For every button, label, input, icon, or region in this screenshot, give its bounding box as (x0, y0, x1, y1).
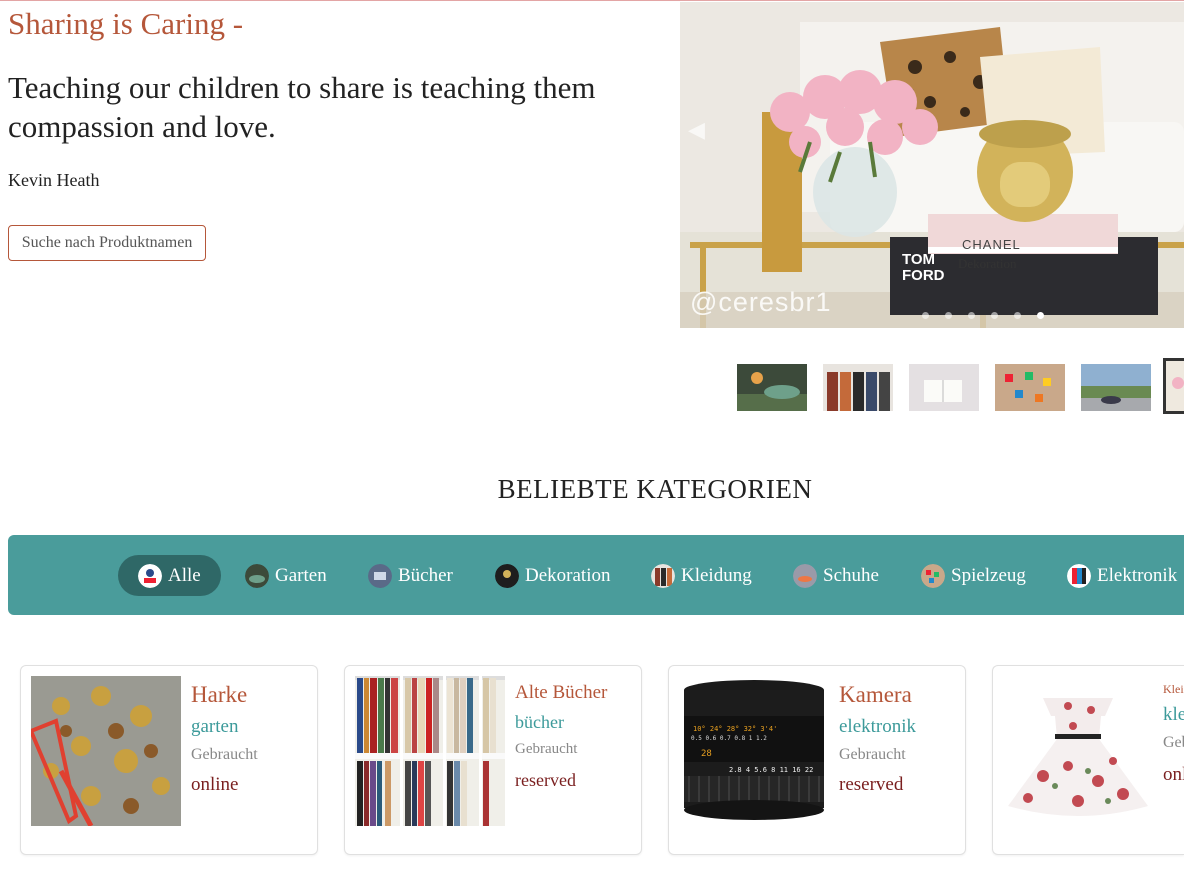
kleidung-icon (651, 563, 675, 588)
category-label: Bücher (398, 564, 453, 586)
carousel-prev-icon[interactable]: ◀ (688, 118, 705, 143)
product-category: kleidung (1163, 704, 1184, 725)
categories-heading: BELIEBTE KATEGORIEN (497, 474, 813, 504)
product-name[interactable]: Harke (191, 682, 247, 708)
category-schuhe[interactable]: Schuhe (793, 555, 879, 596)
search-product-button[interactable]: Suche nach Produktnamen (8, 225, 206, 261)
svg-text:TOM: TOM (902, 251, 935, 268)
svg-text:CHANEL: CHANEL (962, 237, 1021, 252)
thumbnail-kleidung[interactable] (823, 364, 893, 411)
product-card[interactable]: Kleid kleidung Gebraucht online (992, 665, 1184, 855)
product-condition: Gebraucht (191, 746, 258, 763)
category-kleidung[interactable]: Kleidung (651, 555, 752, 596)
product-status: reserved (839, 774, 904, 795)
category-elektronik[interactable]: Elektronik (1067, 555, 1177, 596)
product-image (1003, 676, 1153, 826)
product-category: garten (191, 716, 239, 737)
svg-text:10° 24° 28° 32° 3'4': 10° 24° 28° 32° 3'4' (693, 725, 777, 733)
product-image (355, 676, 505, 826)
carousel-caption: Dekoration (958, 256, 1017, 271)
alle-icon (138, 563, 162, 588)
top-border (0, 0, 1184, 1)
buecher-icon (368, 563, 392, 588)
product-card[interactable]: 10° 24° 28° 32° 3'4' 0.5 0.6 0.7 0.8 1 1… (668, 665, 966, 855)
product-status: online (191, 774, 239, 795)
schuhe-icon (793, 563, 817, 588)
thumbnail-garten[interactable] (737, 364, 807, 411)
hero-title: Sharing is Caring - (8, 6, 244, 41)
category-label: Alle (168, 564, 201, 586)
thumbnail-schuhe[interactable] (1081, 364, 1151, 411)
carousel-dot[interactable] (991, 312, 998, 319)
category-alle[interactable]: Alle (118, 555, 221, 596)
product-condition: Gebraucht (1163, 734, 1184, 751)
category-spielzeug[interactable]: Spielzeug (921, 555, 1026, 596)
product-condition: Gebraucht (839, 746, 906, 763)
category-label: Spielzeug (951, 564, 1026, 586)
thumbnail-buecher[interactable] (909, 364, 979, 411)
dekoration-icon (495, 563, 519, 588)
product-name[interactable]: Kleid (1163, 682, 1184, 697)
hero-quote: Teaching our children to share is teachi… (8, 70, 596, 144)
spielzeug-icon (921, 563, 945, 588)
category-label: Elektronik (1097, 564, 1178, 586)
product-condition: Gebraucht (515, 741, 578, 757)
carousel-watermark: @ceresbr1 (690, 287, 832, 317)
svg-text:2.8 4 5.6 8 11 16 22: 2.8 4 5.6 8 11 16 22 (729, 766, 813, 774)
product-status: online (1163, 764, 1184, 785)
svg-text:FORD: FORD (902, 267, 945, 284)
carousel-dot[interactable] (922, 312, 929, 319)
garten-icon (245, 563, 269, 588)
carousel-dot[interactable] (968, 312, 975, 319)
category-label: Garten (275, 564, 327, 586)
svg-text:0.5 0.6 0.7 0.8 1 1.2: 0.5 0.6 0.7 0.8 1 1.2 (691, 735, 767, 742)
product-card[interactable]: Alte Bücher bücher Gebraucht reserved (344, 665, 642, 855)
category-label: Schuhe (823, 564, 879, 586)
product-category: elektronik (839, 716, 917, 737)
carousel-slide-image: CHANEL TOM FORD (680, 2, 1184, 328)
product-category: bücher (515, 712, 564, 732)
product-image (31, 676, 181, 826)
category-dekoration[interactable]: Dekoration (495, 555, 610, 596)
carousel-dot[interactable] (1014, 312, 1021, 319)
product-image: 10° 24° 28° 32° 3'4' 0.5 0.6 0.7 0.8 1 1… (679, 676, 829, 826)
thumbnail-spielzeug[interactable] (995, 364, 1065, 411)
category-garten[interactable]: Garten (245, 555, 327, 596)
thumbnail-dekoration[interactable] (1163, 358, 1184, 414)
hero-author: Kevin Heath (8, 170, 100, 190)
elektronik-icon (1067, 563, 1091, 588)
carousel-dot-active[interactable] (1037, 312, 1044, 319)
category-label: Dekoration (525, 564, 611, 586)
image-carousel[interactable]: CHANEL TOM FORD ◀ Dekoration @ceresbr1 (680, 2, 1184, 328)
product-name[interactable]: Kamera (839, 682, 912, 708)
carousel-indicators (922, 312, 1044, 319)
category-label: Kleidung (681, 564, 752, 586)
product-name[interactable]: Alte Bücher (515, 682, 607, 704)
svg-text:28: 28 (701, 749, 712, 759)
category-buecher[interactable]: Bücher (368, 555, 453, 596)
carousel-dot[interactable] (945, 312, 952, 319)
product-card[interactable]: Harke garten Gebraucht online (20, 665, 318, 855)
category-nav: Alle Garten Bücher Dekoration Kleidung S… (8, 535, 1184, 615)
product-status: reserved (515, 770, 576, 790)
